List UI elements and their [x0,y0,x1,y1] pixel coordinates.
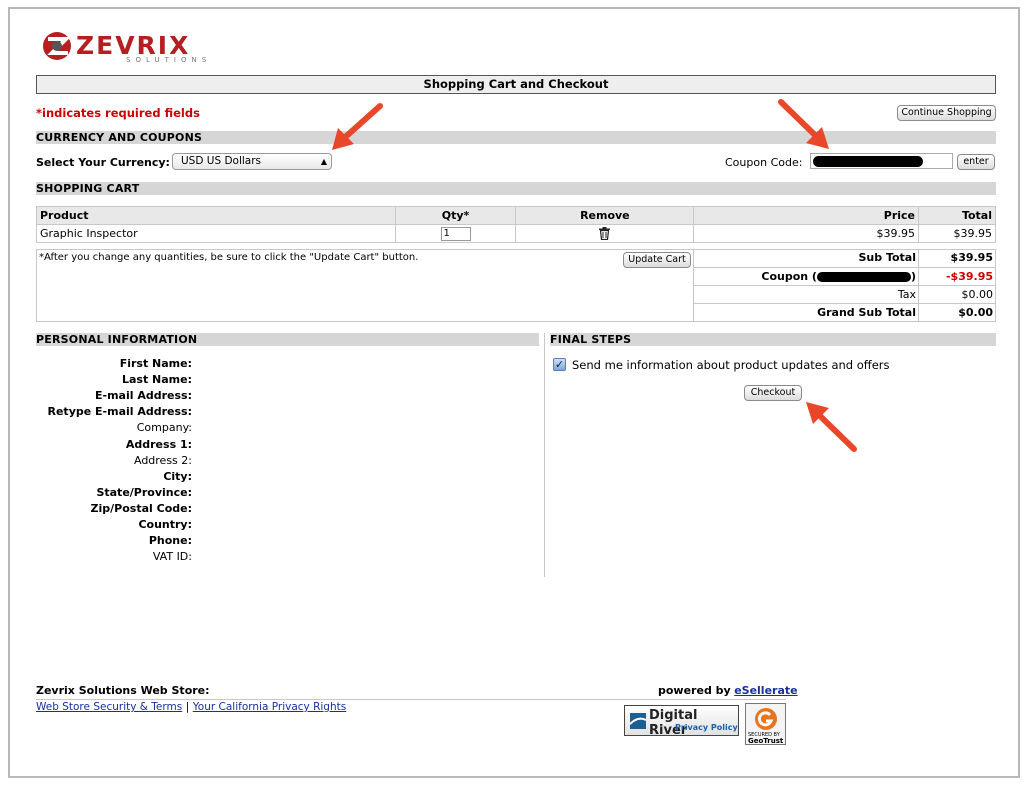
field-label: Country: [138,518,192,531]
column-total: Total [918,206,996,225]
logo-subtitle: SOLUTIONS [126,56,212,64]
total-cell: $39.95 [918,224,996,243]
subtotal-label: Sub Total [858,251,916,264]
personal-section-heading: PERSONAL INFORMATION [36,333,539,346]
geotrust-text: GeoTrust [748,737,784,745]
currency-label: Select Your Currency: [36,156,170,169]
tax-row: Tax $0.00 [693,285,996,303]
update-note: *After you change any quantities, be sur… [39,252,419,263]
annotation-arrow-currency [332,103,383,150]
zevrix-logo-mark [43,32,71,60]
geotrust-badge[interactable]: SECURED BY GeoTrust [745,703,786,745]
annotation-arrow-checkout [806,402,857,452]
opt-in-checkbox[interactable]: ✓ [553,358,566,371]
field-label: Address 2: [133,453,192,467]
field-label: First Name: [119,357,192,370]
grand-total-row: Grand Sub Total $0.00 [693,303,996,321]
footer-link-separator: | [185,701,190,713]
cart-table: Product Qty* Remove Price Total Graphic … [36,206,996,243]
redacted-coupon [816,272,911,282]
field-label: Company: [136,421,192,435]
cart-header-row: Product Qty* Remove Price Total [36,206,996,225]
redacted-coupon [813,156,923,167]
field-label: City: [163,469,192,483]
opt-in-label: Send me information about product update… [572,358,890,372]
coupon-total-label-close: ) [910,270,916,283]
cart-section-heading: SHOPPING CART [36,182,996,195]
table-row: Graphic Inspector 1 $39.95 $39.95 [36,224,996,243]
currency-select[interactable]: USD US Dollars ▲ [172,153,332,170]
field-label: E-mail Address: [95,389,192,403]
column-divider [544,333,545,577]
select-arrows-icon: ▲ [320,157,327,166]
field-label: State/Province: [96,485,192,499]
subtotal-value: $39.95 [950,251,993,264]
trash-icon[interactable] [599,227,611,241]
price-cell: $39.95 [693,224,920,243]
annotation-arrow-coupon [778,99,829,149]
digital-river-logo-icon [629,713,647,729]
coupon-total-value: -$39.95 [945,270,993,283]
zevrix-logo[interactable]: ZEVRIX SOLUTIONS [42,30,212,66]
quantity-input[interactable]: 1 [440,227,471,241]
store-name: Zevrix Solutions Web Store: [36,684,210,697]
field-label: Last Name: [121,373,192,387]
grand-total-label: Grand Sub Total [817,306,916,319]
continue-shopping-button[interactable]: Continue Shopping [897,105,996,121]
coupon-row: Coupon () -$39.95 [693,267,996,285]
digital-river-badge[interactable]: Digital River Privacy Policy [624,705,739,738]
security-terms-link[interactable]: Web Store Security & Terms [36,701,182,713]
currency-select-value: USD US Dollars [181,155,262,167]
field-label: VAT ID: [152,550,192,564]
tax-label: Tax [897,288,916,301]
privacy-policy-text: Privacy Policy [675,723,738,732]
footer-links: Web Store Security & Terms | Your Califo… [36,700,346,713]
column-product: Product [36,206,396,225]
column-qty: Qty* [394,206,517,225]
page-title: Shopping Cart and Checkout [36,75,996,94]
field-label: Address 1: [125,437,192,451]
tax-value: $0.00 [961,288,994,301]
qty-cell: 1 [394,224,517,243]
required-note: *indicates required fields [36,106,200,120]
product-name: Graphic Inspector [36,224,396,243]
powered-by: powered by eSellerate [658,684,798,697]
final-steps-heading: FINAL STEPS [550,333,996,346]
coupon-total-label-text: Coupon ( [761,270,817,283]
powered-by-text: powered by [658,684,731,697]
currency-section-heading: CURRENCY AND COUPONS [36,131,996,144]
esellerate-link[interactable]: eSellerate [734,684,797,697]
field-label: Phone: [148,534,192,548]
column-remove: Remove [515,206,695,225]
privacy-rights-link[interactable]: Your California Privacy Rights [193,701,346,713]
checkout-button[interactable]: Checkout [744,385,802,401]
subtotal-row: Sub Total $39.95 [693,249,996,267]
column-price: Price [693,206,920,225]
field-label: Retype E-mail Address: [47,405,193,419]
coupon-total-label: Coupon () [761,270,916,283]
geotrust-logo-icon [755,708,777,730]
remove-cell [515,224,695,243]
field-label: Zip/Postal Code: [90,501,192,515]
coupon-label: Coupon Code: [725,156,803,169]
grand-total-value: $0.00 [958,306,993,319]
coupon-enter-button[interactable]: enter [957,154,995,170]
update-cart-button[interactable]: Update Cart [623,252,691,268]
